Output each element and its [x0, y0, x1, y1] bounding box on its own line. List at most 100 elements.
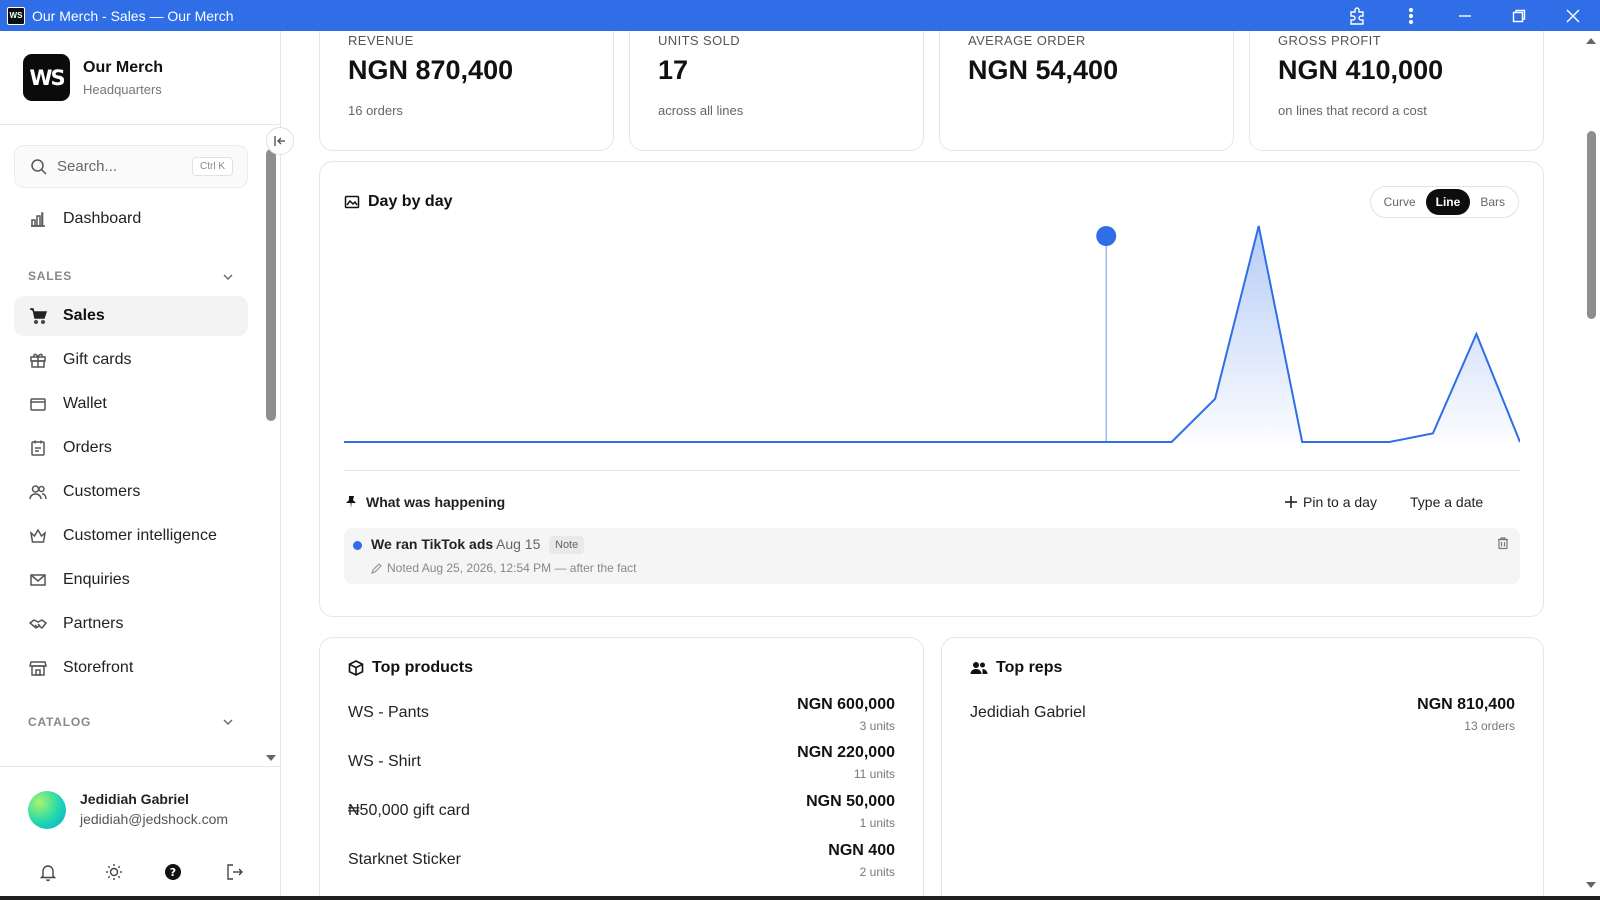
- sidebar-item-label: Storefront: [63, 659, 134, 676]
- sidebar-scrollbar[interactable]: [266, 149, 276, 421]
- page-scrollbar[interactable]: [1582, 31, 1600, 900]
- what-was-happening-title: What was happening: [344, 494, 505, 510]
- pinned-day-marker[interactable]: [1096, 226, 1117, 246]
- stat-subtext: on lines that record a cost: [1278, 103, 1427, 118]
- help-icon[interactable]: ?: [162, 861, 184, 883]
- search-placeholder: Search...: [57, 158, 118, 175]
- stat-subtext: 16 orders: [348, 103, 403, 118]
- divider: [344, 470, 1520, 471]
- search-shortcut: Ctrl K: [192, 157, 233, 176]
- pin-icon: [346, 496, 356, 508]
- happening-title-text: What was happening: [366, 494, 506, 510]
- sidebar: WS Our Merch Headquarters Search... Ctrl…: [0, 31, 294, 900]
- stat-label: AVERAGE ORDER: [968, 33, 1086, 48]
- product-units: 2 units: [859, 865, 895, 879]
- section-sales: SALES: [28, 269, 73, 283]
- users-icon: [28, 482, 48, 502]
- section-catalog: CATALOG: [28, 715, 92, 729]
- sidebar-item-label: Wallet: [63, 395, 107, 412]
- minimize-button[interactable]: [1438, 0, 1492, 31]
- chevron-down-icon[interactable]: [222, 271, 234, 283]
- mail-icon: [28, 570, 48, 590]
- brand-subtitle: Headquarters: [83, 81, 162, 97]
- chart-mode-line[interactable]: Line: [1425, 189, 1471, 215]
- avatar[interactable]: [28, 791, 66, 829]
- sidebar-item-label: Sales: [63, 307, 105, 324]
- collapse-sidebar-button[interactable]: [266, 127, 294, 155]
- sidebar-item-customers[interactable]: Customers: [14, 472, 248, 512]
- chart-mode-toggle[interactable]: Curve Line Bars: [1369, 186, 1519, 218]
- restore-button[interactable]: [1492, 0, 1546, 31]
- extensions-icon[interactable]: [1330, 0, 1384, 31]
- scroll-up-icon[interactable]: [1586, 37, 1596, 45]
- note-item[interactable]: We ran TikTok ads Aug 15 Note Noted Aug …: [344, 528, 1520, 584]
- top-reps-card: Top reps Jedidiah Gabriel NGN 810,400 13…: [941, 637, 1544, 900]
- user-name: Jedidiah Gabriel: [80, 791, 189, 807]
- card-title: Top products: [348, 659, 473, 677]
- chevron-down-icon[interactable]: [222, 716, 234, 728]
- note-title: We ran TikTok ads: [371, 536, 494, 552]
- stat-label: REVENUE: [348, 33, 414, 48]
- pencil-icon: [371, 562, 382, 574]
- sidebar-item-label: Customers: [63, 483, 141, 500]
- window-title: Our Merch - Sales — Our Merch: [32, 7, 234, 24]
- taskbar-edge: [0, 896, 1600, 900]
- more-menu-icon[interactable]: [1384, 0, 1438, 31]
- orders-icon: [28, 438, 48, 458]
- stat-subtext: across all lines: [658, 103, 744, 118]
- stat-value: NGN 410,000: [1278, 55, 1444, 85]
- trash-icon[interactable]: [1496, 536, 1510, 550]
- sidebar-item-label: Enquiries: [63, 571, 130, 588]
- type-a-date-button[interactable]: Type a date: [1410, 494, 1483, 510]
- stat-card-average-order: AVERAGE ORDER NGN 54,400: [939, 31, 1234, 151]
- sidebar-item-storefront[interactable]: Storefront: [14, 648, 248, 688]
- sidebar-item-customer-intelligence[interactable]: Customer intelligence: [14, 516, 248, 556]
- day-by-day-chart[interactable]: [344, 218, 1520, 458]
- logout-icon[interactable]: [224, 861, 246, 883]
- divider: [0, 766, 280, 767]
- user-email: jedidiah@jedshock.com: [80, 811, 229, 827]
- product-name: WS - Shirt: [348, 753, 421, 770]
- pin-to-a-day-button[interactable]: Pin to a day: [1284, 494, 1377, 510]
- sidebar-item-gift-cards[interactable]: Gift cards: [14, 340, 248, 380]
- pin-to-a-day-label: Pin to a day: [1303, 494, 1377, 510]
- stat-label: UNITS SOLD: [658, 33, 741, 48]
- note-date: Aug 15: [496, 536, 541, 552]
- search-input[interactable]: Search... Ctrl K: [14, 145, 248, 188]
- bell-icon[interactable]: [37, 861, 59, 883]
- product-units: 3 units: [859, 719, 895, 733]
- chart-area-fill: [344, 226, 1520, 442]
- app-logo-icon: WS: [7, 6, 25, 25]
- sidebar-item-wallet[interactable]: Wallet: [14, 384, 248, 424]
- divider: [0, 124, 280, 125]
- product-name: WS - Pants: [348, 704, 429, 721]
- sidebar-item-orders[interactable]: Orders: [14, 428, 248, 468]
- chart-mode-bars[interactable]: Bars: [1470, 189, 1515, 215]
- product-units: 1 units: [859, 816, 895, 830]
- sidebar-item-enquiries[interactable]: Enquiries: [14, 560, 248, 600]
- sidebar-item-sales[interactable]: Sales: [14, 296, 248, 336]
- chart-mode-curve[interactable]: Curve: [1374, 189, 1426, 215]
- brand[interactable]: WS Our Merch Headquarters: [23, 54, 163, 101]
- sidebar-item-label: Dashboard: [63, 210, 142, 227]
- search-icon: [31, 158, 47, 175]
- type-a-date-label: Type a date: [1410, 494, 1484, 510]
- sidebar-item-label: Partners: [63, 615, 124, 632]
- sidebar-item-label: Orders: [63, 439, 112, 456]
- crown-icon: [28, 526, 48, 546]
- day-by-day-card: Day by day Curve Line Bars What was happ…: [319, 161, 1544, 617]
- close-button[interactable]: [1546, 0, 1600, 31]
- page-scroll-thumb[interactable]: [1587, 131, 1596, 319]
- sidebar-item-dashboard[interactable]: Dashboard: [14, 199, 248, 239]
- product-amount: NGN 220,000: [797, 744, 895, 761]
- card-title: Day by day: [344, 193, 452, 211]
- top-products-card: Top products WS - Pants NGN 600,000 3 un…: [319, 637, 924, 900]
- card-title-text: Top products: [372, 659, 474, 676]
- sidebar-item-partners[interactable]: Partners: [14, 604, 248, 644]
- main-content: REVENUE NGN 870,400 16 orders UNITS SOLD…: [282, 31, 1582, 900]
- scroll-down-icon[interactable]: [1586, 881, 1596, 889]
- wallet-icon: [28, 394, 48, 414]
- sun-icon[interactable]: [103, 861, 125, 883]
- rep-orders: 13 orders: [1464, 719, 1515, 733]
- scroll-down-icon[interactable]: [266, 754, 276, 762]
